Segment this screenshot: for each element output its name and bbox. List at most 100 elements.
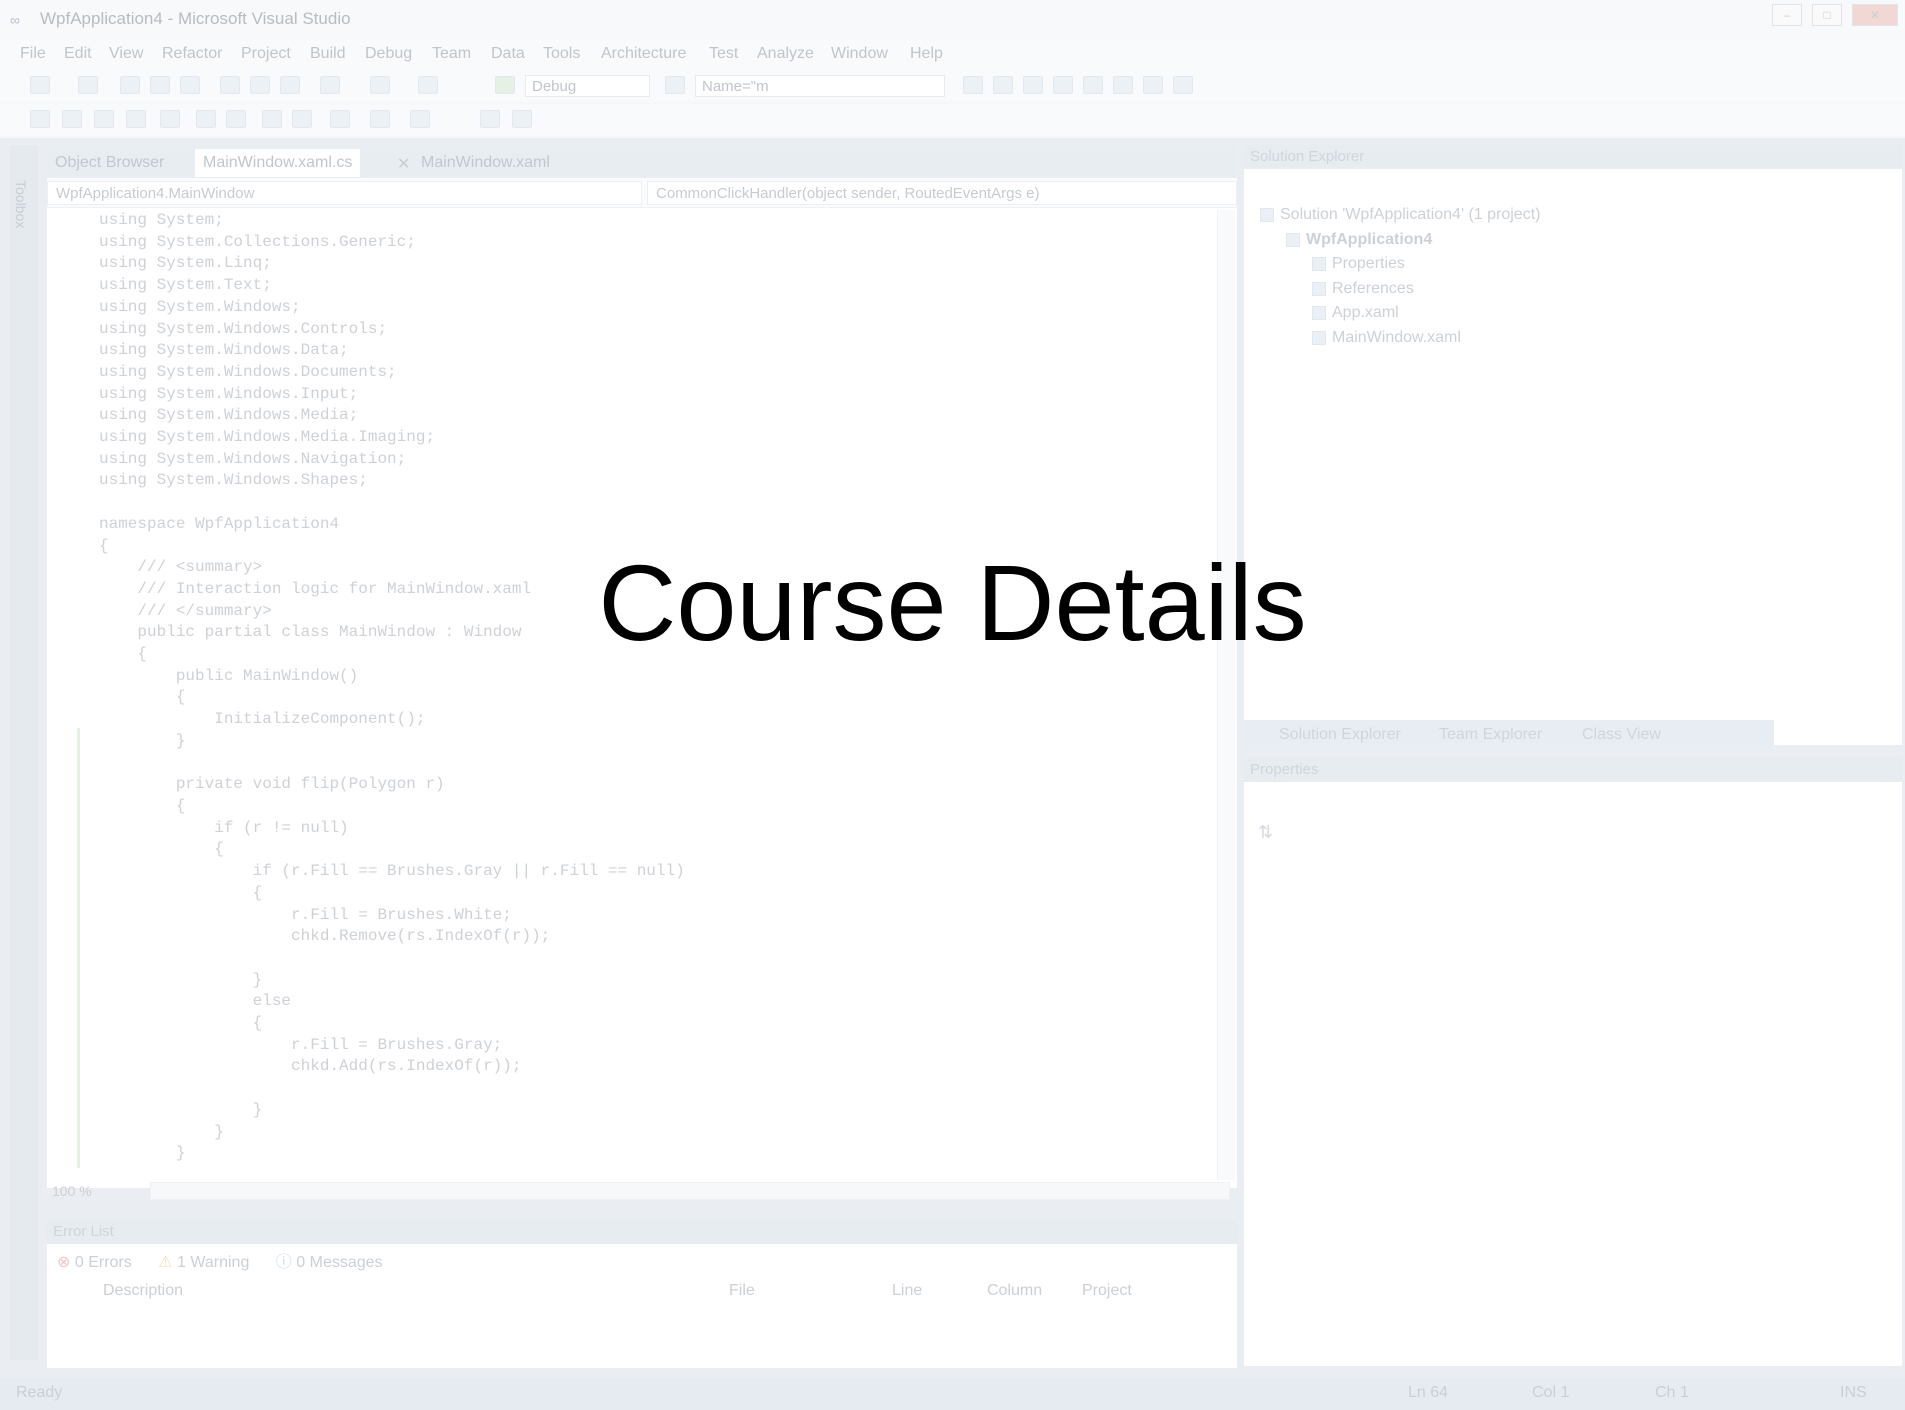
- word-completion-icon[interactable]: [126, 110, 146, 128]
- comment-icon[interactable]: [226, 110, 246, 128]
- menu-tools[interactable]: Tools: [543, 45, 580, 63]
- save-all-icon[interactable]: [180, 76, 200, 94]
- tab-mainwindow-xaml[interactable]: MainWindow.xaml: [413, 149, 558, 177]
- code-line[interactable]: using System.Windows.Media.Imaging;: [99, 427, 685, 449]
- object-browser-icon[interactable]: [1053, 76, 1073, 94]
- copy-icon[interactable]: [250, 76, 270, 94]
- code-line[interactable]: }: [99, 731, 685, 753]
- menu-test[interactable]: Test: [709, 45, 738, 63]
- tree-item-mainwindow-xaml[interactable]: MainWindow.xaml: [1260, 326, 1540, 351]
- code-line[interactable]: }: [99, 970, 685, 992]
- code-line[interactable]: using System;: [99, 210, 685, 232]
- code-line[interactable]: using System.Windows.Input;: [99, 384, 685, 406]
- warnings-filter[interactable]: 1 Warning: [177, 1254, 249, 1271]
- extension-icon[interactable]: [1143, 76, 1163, 94]
- menu-debug[interactable]: Debug: [365, 45, 412, 63]
- quick-info-icon[interactable]: [94, 110, 114, 128]
- tree-solution[interactable]: Solution 'WpfApplication4' (1 project): [1260, 203, 1540, 228]
- tree-item-app-xaml[interactable]: App.xaml: [1260, 301, 1540, 326]
- editor-horizontal-scrollbar[interactable]: [150, 1182, 1230, 1200]
- column-description[interactable]: Description: [103, 1282, 183, 1300]
- maximize-button[interactable]: □: [1812, 4, 1842, 26]
- bookmark-icon[interactable]: [292, 110, 312, 128]
- code-line[interactable]: r.Fill = Brushes.White;: [99, 905, 685, 927]
- code-line[interactable]: using System.Collections.Generic;: [99, 232, 685, 254]
- menu-data[interactable]: Data: [491, 45, 525, 63]
- sort-alphabetical-icon[interactable]: ⇅: [1258, 822, 1273, 843]
- toolbox-strip[interactable]: [10, 145, 38, 1360]
- column-file[interactable]: File: [729, 1282, 755, 1300]
- menu-refactor[interactable]: Refactor: [162, 45, 222, 63]
- properties-icon[interactable]: [1023, 76, 1043, 94]
- menu-view[interactable]: View: [109, 45, 143, 63]
- toolbox-icon[interactable]: [1083, 76, 1103, 94]
- code-line[interactable]: using System.Windows.Documents;: [99, 362, 685, 384]
- code-line[interactable]: }: [99, 1122, 685, 1144]
- close-button[interactable]: ✕: [1852, 4, 1898, 26]
- cut-icon[interactable]: [220, 76, 240, 94]
- solution-explorer-icon[interactable]: [993, 76, 1013, 94]
- code-line[interactable]: else: [99, 991, 685, 1013]
- configuration-select[interactable]: Debug: [525, 75, 650, 97]
- redo-icon[interactable]: [370, 76, 390, 94]
- code-line[interactable]: chkd.Remove(rs.IndexOf(r));: [99, 926, 685, 948]
- paste-icon[interactable]: [280, 76, 300, 94]
- start-debug-icon[interactable]: [495, 76, 515, 94]
- code-line[interactable]: private void flip(Polygon r): [99, 774, 685, 796]
- member-dropdown[interactable]: CommonClickHandler(object sender, Routed…: [647, 181, 1237, 205]
- code-line[interactable]: using System.Windows.Controls;: [99, 319, 685, 341]
- add-item-icon[interactable]: [78, 76, 98, 94]
- code-line[interactable]: using System.Windows.Navigation;: [99, 449, 685, 471]
- prev-bookmark-icon[interactable]: [330, 110, 350, 128]
- code-line[interactable]: if (r != null): [99, 818, 685, 840]
- code-line[interactable]: InitializeComponent();: [99, 709, 685, 731]
- editor-vertical-scrollbar[interactable]: [1217, 210, 1235, 1180]
- menu-file[interactable]: File: [20, 45, 46, 63]
- code-line[interactable]: if (r.Fill == Brushes.Gray || r.Fill == …: [99, 861, 685, 883]
- code-line[interactable]: namespace WpfApplication4: [99, 514, 685, 536]
- messages-filter[interactable]: 0 Messages: [296, 1254, 382, 1271]
- tab-team-explorer[interactable]: Team Explorer: [1439, 726, 1542, 744]
- code-line[interactable]: using System.Windows.Media;: [99, 405, 685, 427]
- tab-solution-explorer[interactable]: Solution Explorer: [1279, 726, 1401, 744]
- column-column[interactable]: Column: [987, 1282, 1042, 1300]
- find-icon[interactable]: [665, 76, 685, 94]
- code-line[interactable]: {: [99, 687, 685, 709]
- column-project[interactable]: Project: [1082, 1282, 1132, 1300]
- toolbox-label[interactable]: Toolbox: [13, 180, 29, 228]
- tree-item-references[interactable]: References: [1260, 277, 1540, 302]
- code-line[interactable]: {: [99, 1013, 685, 1035]
- menu-team[interactable]: Team: [432, 45, 471, 63]
- errors-filter[interactable]: 0 Errors: [75, 1254, 132, 1271]
- code-text[interactable]: using System; using System.Collections.Ge…: [99, 210, 685, 1165]
- next-bookmark-icon[interactable]: [370, 110, 390, 128]
- menu-architecture[interactable]: Architecture: [601, 45, 686, 63]
- code-line[interactable]: [99, 492, 685, 514]
- uncomment-icon[interactable]: [262, 110, 282, 128]
- tab-object-browser[interactable]: Object Browser: [47, 149, 172, 177]
- find-in-files-icon[interactable]: [963, 76, 983, 94]
- window-layout-icon[interactable]: [1173, 76, 1193, 94]
- tree-project[interactable]: WpfApplication4: [1260, 228, 1540, 253]
- tree-item-properties[interactable]: Properties: [1260, 252, 1540, 277]
- undo-icon[interactable]: [320, 76, 340, 94]
- minimize-button[interactable]: –: [1772, 4, 1802, 26]
- outdent-icon[interactable]: [196, 110, 216, 128]
- menu-build[interactable]: Build: [310, 45, 346, 63]
- indent-icon[interactable]: [160, 110, 180, 128]
- menu-edit[interactable]: Edit: [64, 45, 92, 63]
- code-line[interactable]: public MainWindow(): [99, 666, 685, 688]
- code-line[interactable]: chkd.Add(rs.IndexOf(r));: [99, 1056, 685, 1078]
- code-line[interactable]: using System.Text;: [99, 275, 685, 297]
- code-line[interactable]: [99, 948, 685, 970]
- menu-project[interactable]: Project: [241, 45, 291, 63]
- code-editor[interactable]: using System; using System.Collections.Ge…: [47, 208, 1237, 1188]
- code-line[interactable]: {: [99, 796, 685, 818]
- code-line[interactable]: }: [99, 1100, 685, 1122]
- code-line[interactable]: }: [99, 1143, 685, 1165]
- tab-mainwindow-xaml-cs[interactable]: MainWindow.xaml.cs: [195, 149, 361, 177]
- start-page-icon[interactable]: [1113, 76, 1133, 94]
- find-combo[interactable]: Name="m: [695, 75, 945, 97]
- code-line[interactable]: [99, 753, 685, 775]
- menu-window[interactable]: Window: [831, 45, 888, 63]
